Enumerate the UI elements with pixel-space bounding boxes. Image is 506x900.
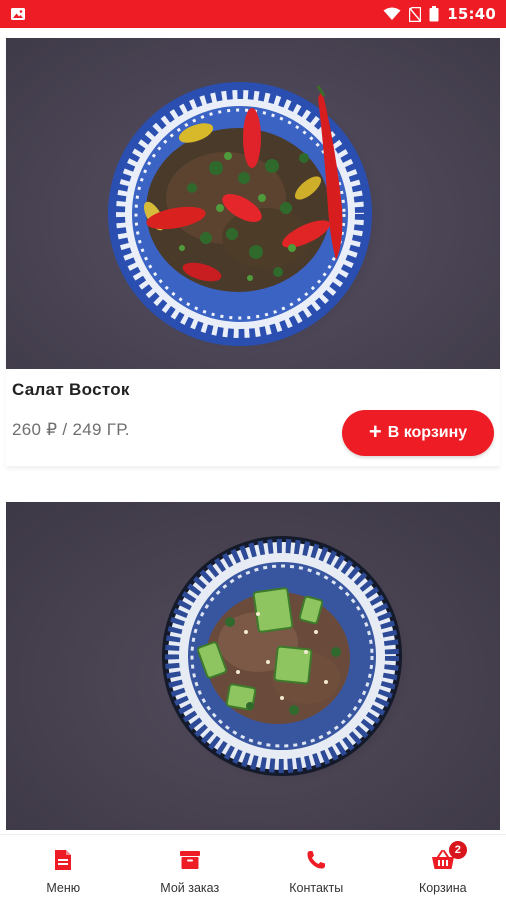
document-icon <box>54 849 72 876</box>
nav-label-cart: Корзина <box>418 881 467 895</box>
menu-item-card[interactable]: Салат Восток 260 ₽ / 249 ГР. + В корзину <box>6 38 500 466</box>
status-bar: 15:40 <box>0 0 506 28</box>
add-to-cart-button[interactable]: + В корзину <box>342 410 494 456</box>
nav-item-my-order[interactable]: Мой заказ <box>127 835 254 900</box>
nav-item-cart[interactable]: 2 Корзина <box>380 835 506 900</box>
plus-icon: + <box>368 419 382 444</box>
image-icon <box>10 7 26 21</box>
archive-box-icon <box>179 850 201 875</box>
cart-count-badge: 2 <box>448 841 467 859</box>
cucumber-salad-plate-image <box>160 536 412 784</box>
wifi-icon <box>383 7 401 21</box>
phone-icon <box>306 850 326 875</box>
nav-label-contacts: Контакты <box>289 881 344 895</box>
nav-item-contacts[interactable]: Контакты <box>253 835 380 900</box>
item-price: 260 ₽ / 249 ГР. <box>12 420 130 439</box>
food-photo[interactable] <box>6 502 500 830</box>
status-time: 15:40 <box>447 5 496 23</box>
menu-feed[interactable]: Салат Восток 260 ₽ / 249 ГР. + В корзину <box>0 28 506 834</box>
salad-plate-image <box>106 82 386 352</box>
battery-icon <box>429 6 439 22</box>
menu-item-card[interactable] <box>6 502 500 834</box>
food-photo[interactable] <box>6 38 500 369</box>
nav-label-my-order: Мой заказ <box>160 881 220 895</box>
nav-item-menu[interactable]: Меню <box>0 835 127 900</box>
add-to-cart-label: В корзину <box>387 424 468 441</box>
bottom-navigation: Меню Мой заказ Контакты 2 Корзина <box>0 834 506 900</box>
nav-label-menu: Меню <box>46 881 81 895</box>
item-name: Салат Восток <box>12 380 130 399</box>
no-sim-icon <box>409 6 422 22</box>
